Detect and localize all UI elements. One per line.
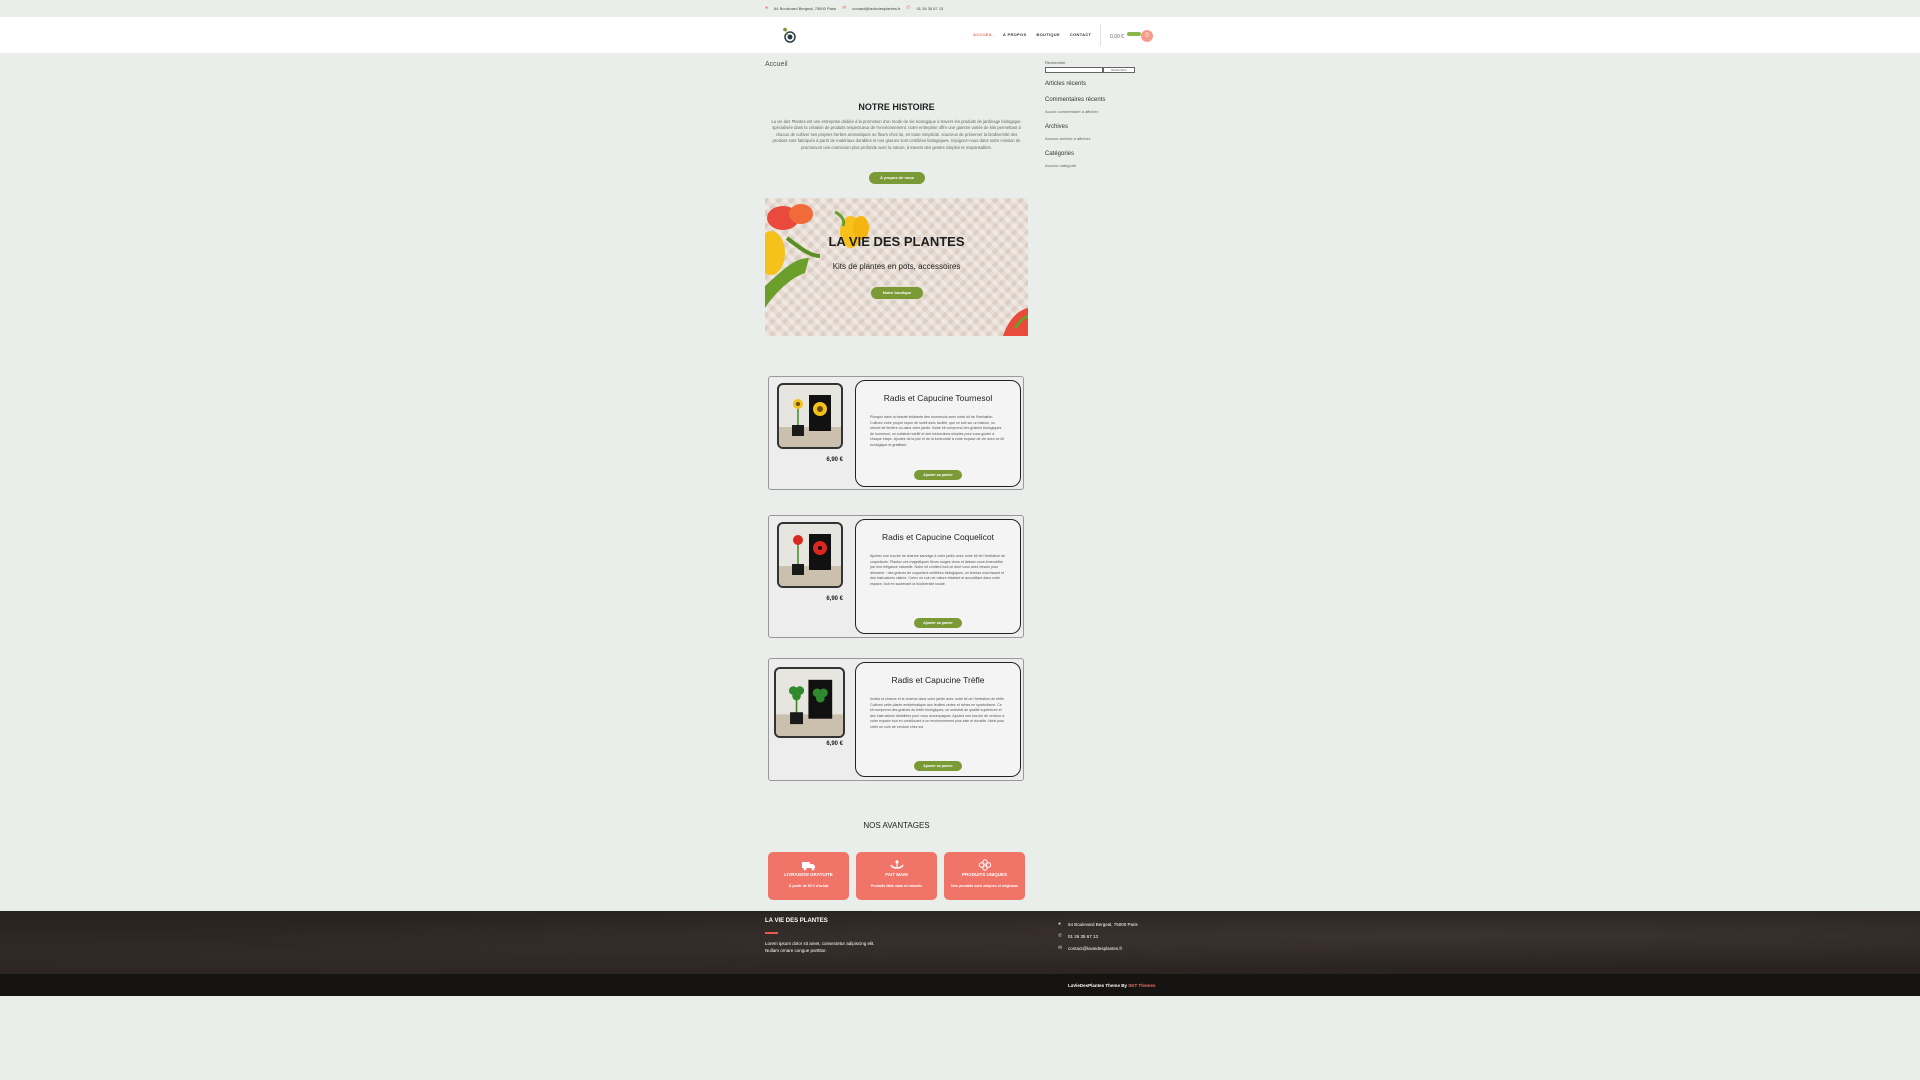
history-text: La vie des Plantes est une entreprise dé…: [771, 119, 1022, 150]
footer-divider: [765, 932, 778, 934]
advantage-text: Nos produits sont uniques et originaux: [951, 884, 1018, 888]
product-image[interactable]: [777, 383, 843, 449]
search-form: Rechercher: [1045, 67, 1135, 73]
product-description: Invitez la chance et le charme dans votr…: [870, 697, 1005, 729]
credit-link[interactable]: SKT Themes: [1128, 983, 1155, 988]
nav-item-boutique[interactable]: BOUTIQUE: [1036, 32, 1060, 37]
location-icon: ●: [765, 5, 769, 11]
nav-divider: [1100, 24, 1101, 46]
product-card: 6,90 € Radis et Capucine Coquelicot Ajou…: [768, 515, 1024, 638]
cart-total[interactable]: 0,00 €: [1110, 34, 1124, 40]
hero-subtitle: Kits de plantes en pots, accessoires: [832, 262, 961, 271]
advantage-card: LIVRAISON GRATUITE À partir de 50 € d'ac…: [768, 852, 849, 900]
product-description: Ajoutez une touche de charme sauvage à v…: [870, 554, 1005, 586]
recent-posts-title: Articles récents: [1045, 81, 1087, 87]
product-price: 6,90 €: [826, 457, 843, 463]
nav-item-contact[interactable]: CONTACT: [1070, 32, 1091, 37]
footer-phone: 01 26 35 67 13: [1068, 933, 1099, 939]
phone-icon: ✆: [906, 5, 911, 11]
hands-plant-icon: [889, 860, 904, 869]
footer-contact: ● 64 Boulevard Bergeal, 75000 Paris ✆ 01 2…: [1058, 921, 1138, 957]
topbar-email[interactable]: contact@laviedesplantes.fr: [852, 6, 900, 11]
site-header: ACCUEIL À PROPOS BOUTIQUE CONTACT 0,00 €: [0, 17, 1920, 53]
recent-comments-title: Commentaires récents: [1045, 97, 1106, 103]
copyright-bar: LaVieDesPlantes Theme By SKT Themes: [0, 974, 1920, 996]
advantage-text: Produits faits main et naturels: [870, 884, 923, 888]
product-details: Radis et Capucine Trèfle Invitez la chan…: [855, 662, 1021, 777]
advantage-title: PRODUITS UNIQUES: [961, 872, 1007, 877]
site-logo[interactable]: [780, 26, 798, 44]
flower-icon: [978, 859, 991, 871]
history-title: NOTRE HISTOIRE: [858, 102, 935, 112]
breadcrumb: Accueil: [765, 61, 788, 68]
topbar-phone: 01 26 35 67 13: [916, 5, 944, 11]
product-price: 6,90 €: [826, 741, 843, 747]
truck-icon: [801, 862, 815, 871]
categories-empty: Aucune catégorie: [1045, 163, 1077, 168]
product-card: 6,90 € Radis et Capucine Trèfle Invitez …: [768, 658, 1024, 781]
product-details: Radis et Capucine Coquelicot Ajoutez une…: [855, 519, 1021, 634]
add-to-cart-button[interactable]: Ajouter au panier: [914, 470, 962, 480]
top-info-bar: ● 64 Boulevard Bergeal, 75000 Paris ✉ co…: [0, 0, 1920, 17]
product-name[interactable]: Radis et Capucine Trèfle: [856, 675, 1020, 685]
main-nav: ACCUEIL À PROPOS BOUTIQUE CONTACT: [973, 32, 1091, 37]
add-to-cart-button[interactable]: Ajouter au panier: [914, 761, 962, 771]
advantage-text: À partir de 50 € d'achat: [788, 884, 829, 888]
cart-indicator-bar: [1127, 32, 1141, 36]
advantage-title: LIVRAISON GRATUITE: [784, 872, 833, 877]
add-to-cart-button[interactable]: Ajouter au panier: [914, 618, 962, 628]
location-icon: ●: [1058, 921, 1062, 927]
hero-title: LA VIE DES PLANTES: [828, 234, 965, 249]
search-input[interactable]: [1045, 67, 1103, 73]
footer-title: LA VIE DES PLANTES: [765, 918, 828, 924]
recent-comments-empty: Aucun commentaire à afficher.: [1045, 109, 1099, 114]
advantage-card: FAIT MAIN Produits faits main et naturel…: [856, 852, 937, 900]
product-image[interactable]: [777, 522, 843, 588]
topbar-address: 64 Boulevard Bergeal, 75000 Paris: [774, 5, 837, 11]
search-button[interactable]: Rechercher: [1103, 67, 1135, 73]
hero-banner: LA VIE DES PLANTES Kits de plantes en po…: [765, 198, 1028, 336]
product-name[interactable]: Radis et Capucine Coquelicot: [856, 532, 1020, 542]
product-name[interactable]: Radis et Capucine Tournesol: [856, 393, 1020, 403]
footer-address: 64 Boulevard Bergeal, 75000 Paris: [1068, 921, 1138, 927]
cart-count-badge[interactable]: 0: [1141, 30, 1153, 42]
phone-icon: ✆: [1058, 933, 1063, 939]
product-card: 6,90 € Radis et Capucine Tournesol Plong…: [768, 376, 1024, 490]
advantage-title: FAIT MAIN: [885, 872, 908, 877]
footer-text: Lorem ipsum dolor sit amet, consectetur …: [765, 941, 875, 953]
about-us-button[interactable]: À propos de nous: [869, 172, 925, 184]
advantages-title: NOS AVANTAGES: [863, 821, 930, 830]
nav-item-accueil[interactable]: ACCUEIL: [973, 32, 993, 37]
sidebar: Rechercher Rechercher Articles récents C…: [1045, 60, 1135, 178]
product-details: Radis et Capucine Tournesol Plongez dans…: [855, 380, 1021, 487]
product-description: Plongez dans la beauté éclatante des tou…: [870, 415, 1005, 447]
credit-text: LaVieDesPlantes Theme By: [1068, 983, 1129, 988]
nav-item-a-propos[interactable]: À PROPOS: [1003, 32, 1027, 37]
archives-empty: Aucune archive à afficher.: [1045, 136, 1091, 141]
shop-button[interactable]: Notre boutique: [871, 287, 923, 299]
mail-icon: ✉: [842, 5, 847, 11]
search-label: Rechercher: [1045, 60, 1066, 65]
product-price: 6,90 €: [826, 596, 843, 602]
mail-icon: ✉: [1058, 945, 1063, 951]
advantage-card: PRODUITS UNIQUES Nos produits sont uniqu…: [944, 852, 1025, 900]
site-footer: LA VIE DES PLANTES Lorem ipsum dolor sit…: [0, 911, 1920, 974]
categories-title: Catégories: [1045, 151, 1075, 157]
archives-title: Archives: [1045, 124, 1069, 130]
product-image[interactable]: [774, 667, 845, 738]
footer-email[interactable]: contact@laviedesplantes.fr: [1068, 946, 1122, 951]
theme-credit: LaVieDesPlantes Theme By SKT Themes: [1068, 983, 1155, 988]
